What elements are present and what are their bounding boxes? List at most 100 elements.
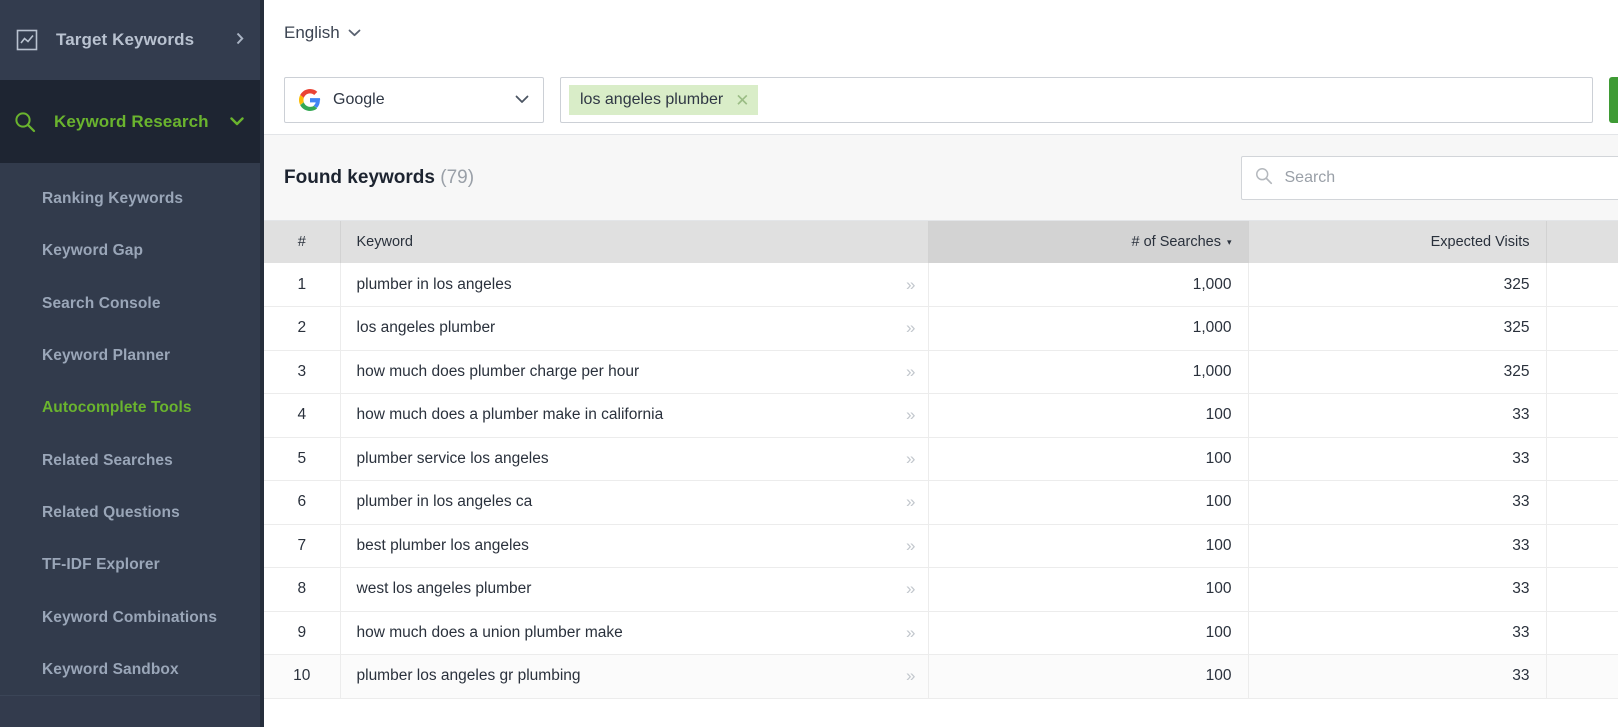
sidebar-item-autocomplete-tools[interactable]: Autocomplete Tools xyxy=(0,382,264,434)
row-expand-icon[interactable]: » xyxy=(906,536,913,556)
sidebar-item-label: Keyword Planner xyxy=(42,347,170,365)
results-header: Found keywords (79) xyxy=(264,135,1618,221)
row-expand-icon[interactable]: » xyxy=(906,666,913,686)
cell-spacer xyxy=(1546,611,1618,655)
row-expand-icon[interactable]: » xyxy=(906,275,913,295)
language-selector[interactable]: English xyxy=(284,23,361,43)
google-logo-icon xyxy=(299,89,321,111)
cell-expected-visits: 33 xyxy=(1248,568,1546,612)
sidebar-item-target-keywords[interactable]: Target Keywords xyxy=(0,0,264,80)
sidebar-item-keyword-planner[interactable]: Keyword Planner xyxy=(0,330,264,382)
cell-expected-visits: 325 xyxy=(1248,350,1546,394)
row-expand-icon[interactable]: » xyxy=(906,405,913,425)
row-expand-icon[interactable]: » xyxy=(906,623,913,643)
cell-expected-visits: 33 xyxy=(1248,611,1546,655)
cell-keyword-text: best plumber los angeles xyxy=(357,537,529,554)
cell-spacer xyxy=(1546,263,1618,307)
sidebar-item-tf-idf-explorer[interactable]: TF-IDF Explorer xyxy=(0,539,264,591)
cell-searches: 100 xyxy=(928,524,1248,568)
search-icon xyxy=(1254,166,1273,190)
column-header-searches[interactable]: # of Searches▾ xyxy=(928,221,1248,263)
found-keywords-title: Found keywords (79) xyxy=(284,167,474,189)
row-expand-icon[interactable]: » xyxy=(906,492,913,512)
cell-keyword: how much does a union plumber make» xyxy=(340,611,928,655)
cell-expected-visits: 325 xyxy=(1248,263,1546,307)
table-row[interactable]: 7 best plumber los angeles» 100 33 xyxy=(264,524,1618,568)
sidebar-item-label: Related Searches xyxy=(42,452,173,470)
table-row[interactable]: 8 west los angeles plumber» 100 33 xyxy=(264,568,1618,612)
row-expand-icon[interactable]: » xyxy=(906,362,913,382)
sidebar-section-keyword-research[interactable]: Keyword Research xyxy=(0,80,264,163)
cell-keyword: plumber in los angeles ca » xyxy=(340,481,928,525)
column-header-expected-visits[interactable]: Expected Visits xyxy=(1248,221,1546,263)
sidebar-item-keyword-combinations[interactable]: Keyword Combinations xyxy=(0,591,264,643)
cell-keyword: plumber service los angeles » xyxy=(340,437,928,481)
cell-spacer xyxy=(1546,394,1618,438)
cell-index: 6 xyxy=(264,481,340,525)
table-row[interactable]: 9 how much does a union plumber make» 10… xyxy=(264,611,1618,655)
search-toolbar: English Advanced settings xyxy=(264,0,1618,134)
sidebar-item-ranking-keywords[interactable]: Ranking Keywords xyxy=(0,173,264,225)
cell-keyword: west los angeles plumber » xyxy=(340,568,928,612)
table-row[interactable]: 3 how much does plumber charge per hour»… xyxy=(264,350,1618,394)
table-body: 1 plumber in los angeles» 1,000 325 2 lo… xyxy=(264,263,1618,698)
row-expand-icon[interactable]: » xyxy=(906,318,913,338)
sidebar-item-label: Target Keywords xyxy=(56,30,236,50)
cell-spacer xyxy=(1546,655,1618,699)
cell-searches: 100 xyxy=(928,437,1248,481)
app-root: Target Keywords Keyword Research Ranking… xyxy=(0,0,1618,727)
sidebar-item-label: Keyword Combinations xyxy=(42,609,217,627)
cell-searches: 100 xyxy=(928,481,1248,525)
column-header-index[interactable]: # xyxy=(264,221,340,263)
table-search-box[interactable] xyxy=(1241,156,1618,200)
keyword-chip-label: los angeles plumber xyxy=(580,91,723,109)
table-header-row: # Keyword # of Searches▾ Expected Visits xyxy=(264,221,1618,263)
cell-expected-visits: 33 xyxy=(1248,437,1546,481)
sidebar-item-related-questions[interactable]: Related Questions xyxy=(0,487,264,539)
row-expand-icon[interactable]: » xyxy=(906,579,913,599)
cell-searches: 1,000 xyxy=(928,307,1248,351)
cell-spacer xyxy=(1546,568,1618,612)
cell-searches: 100 xyxy=(928,394,1248,438)
sidebar-item-keyword-sandbox[interactable]: Keyword Sandbox xyxy=(0,644,264,696)
cell-index: 9 xyxy=(264,611,340,655)
search-engine-label: Google xyxy=(333,91,515,109)
table-row[interactable]: 4 how much does a plumber make in califo… xyxy=(264,394,1618,438)
cell-expected-visits: 33 xyxy=(1248,655,1546,699)
cell-keyword: plumber los angeles gr plumbing » xyxy=(340,655,928,699)
cell-index: 4 xyxy=(264,394,340,438)
chart-box-icon xyxy=(14,29,40,51)
keywords-table-wrapper: # Keyword # of Searches▾ Expected Visits… xyxy=(264,221,1618,727)
cell-spacer xyxy=(1546,481,1618,525)
cell-keyword-text: plumber service los angeles xyxy=(357,450,549,467)
row-expand-icon[interactable]: » xyxy=(906,449,913,469)
sidebar-item-keyword-gap[interactable]: Keyword Gap xyxy=(0,225,264,277)
sidebar-item-search-console[interactable]: Search Console xyxy=(0,278,264,330)
cell-keyword-text: west los angeles plumber xyxy=(357,580,532,597)
table-row[interactable]: 6 plumber in los angeles ca» 100 33 xyxy=(264,481,1618,525)
table-row[interactable]: 10 plumber los angeles gr plumbing» 100 … xyxy=(264,655,1618,699)
sidebar-item-related-searches[interactable]: Related Searches xyxy=(0,434,264,486)
sidebar-item-label: Ranking Keywords xyxy=(42,190,183,208)
keyword-chip[interactable]: los angeles plumber ✕ xyxy=(569,85,758,115)
search-input[interactable] xyxy=(1285,169,1618,187)
column-header-keyword[interactable]: Keyword xyxy=(340,221,928,263)
table-row[interactable]: 5 plumber service los angeles» 100 33 xyxy=(264,437,1618,481)
close-icon[interactable]: ✕ xyxy=(735,92,749,109)
cell-keyword-text: plumber los angeles gr plumbing xyxy=(357,667,581,684)
column-header-searches-label: # of Searches xyxy=(1131,234,1220,250)
cell-expected-visits: 325 xyxy=(1248,307,1546,351)
cell-index: 10 xyxy=(264,655,340,699)
cell-keyword-text: plumber in los angeles ca xyxy=(357,493,533,510)
chevron-down-icon xyxy=(515,93,529,107)
search-button[interactable]: Search xyxy=(1609,77,1618,123)
cell-searches: 100 xyxy=(928,611,1248,655)
cell-index: 8 xyxy=(264,568,340,612)
language-label: English xyxy=(284,23,340,43)
table-row[interactable]: 1 plumber in los angeles» 1,000 325 xyxy=(264,263,1618,307)
table-row[interactable]: 2 los angeles plumber» 1,000 325 xyxy=(264,307,1618,351)
found-keywords-count: (79) xyxy=(440,167,474,188)
keyword-input-field[interactable]: los angeles plumber ✕ xyxy=(560,77,1593,123)
sidebar-item-label: Related Questions xyxy=(42,504,180,522)
search-engine-select[interactable]: Google xyxy=(284,77,544,123)
